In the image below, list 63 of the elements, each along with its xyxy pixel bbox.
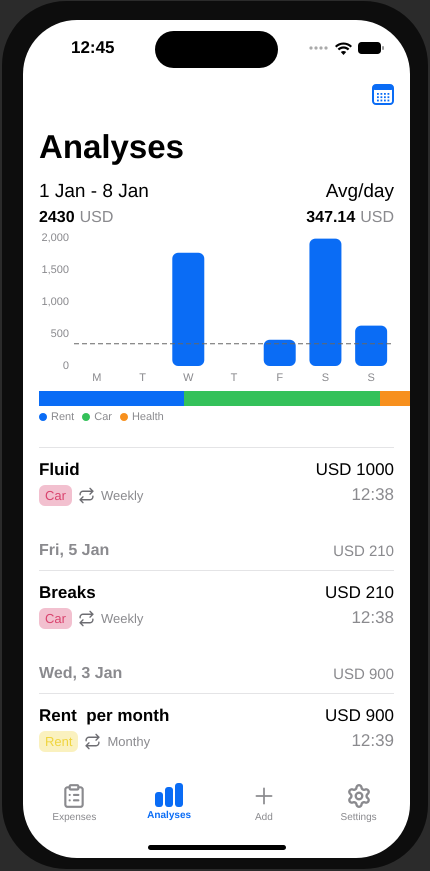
legend-label: Car xyxy=(94,411,112,423)
tab[interactable]: Add xyxy=(224,783,304,845)
repeat-label: Monthy xyxy=(107,734,150,749)
date-range: 1 Jan - 8 Jan xyxy=(39,181,149,203)
calendar-icon[interactable] xyxy=(372,84,394,105)
legend-dot xyxy=(82,413,90,421)
expense-time: 12:38 xyxy=(351,608,394,628)
day-header: Wed, 3 Jan xyxy=(39,665,122,683)
bar-chart-icon xyxy=(154,783,184,807)
axis-label: S xyxy=(322,372,330,383)
repeat-icon xyxy=(78,610,95,627)
tab[interactable]: Analyses xyxy=(129,783,210,845)
expense-title: Breaks xyxy=(39,583,97,603)
category-tag: Car xyxy=(39,485,72,506)
day-header: Fri, 5 Jan xyxy=(39,542,110,560)
currency-label: USD xyxy=(360,209,394,226)
axis-label: 1,000 xyxy=(41,296,69,308)
expense-time: 12:38 xyxy=(351,485,394,505)
status-time: 12:45 xyxy=(71,38,114,58)
legend-label: Rent xyxy=(51,411,74,423)
expense-title: Fluid xyxy=(39,460,81,480)
axis-label: S xyxy=(367,372,375,383)
category-tag: Car xyxy=(39,608,72,629)
legend-label: Health xyxy=(132,411,164,423)
expense-row[interactable]: Breaks Car Weekly USD 210 12:38 xyxy=(39,571,394,637)
currency-label: USD xyxy=(80,209,114,226)
category-tag: Rent xyxy=(39,731,78,752)
tab[interactable]: Expenses xyxy=(34,783,114,845)
chart-bar xyxy=(264,340,296,366)
tab[interactable]: Settings xyxy=(318,783,399,845)
axis-label: W xyxy=(183,372,194,383)
expense-amount: USD 900 xyxy=(325,706,394,726)
axis-label: F xyxy=(276,372,284,383)
average-amount: 347.14 xyxy=(306,209,356,226)
repeat-label: Weekly xyxy=(100,611,144,626)
axis-label: 1,500 xyxy=(41,264,69,276)
repeat-label: Weekly xyxy=(100,488,144,503)
chart-bar xyxy=(355,326,388,366)
axis-label: T xyxy=(139,372,146,383)
axis-label: 0 xyxy=(62,360,69,372)
axis-label: M xyxy=(92,372,102,383)
axis-label: T xyxy=(230,372,238,383)
battery-icon xyxy=(358,42,384,54)
axis-label: 500 xyxy=(50,328,69,340)
axis-label: 2,000 xyxy=(41,232,69,244)
repeat-icon xyxy=(84,733,102,750)
total-amount: 2430 xyxy=(39,209,75,226)
expense-time: 12:39 xyxy=(351,731,394,751)
legend-dot xyxy=(39,413,47,421)
settings-icon xyxy=(346,783,372,809)
expense-title: Rent per month xyxy=(39,706,170,726)
expense-row[interactable]: Fluid Car Weekly USD 1000 12:38 xyxy=(39,448,394,514)
expense-amount: USD 210 xyxy=(325,583,394,603)
avg-label: Avg/day xyxy=(326,181,394,203)
signal-icon xyxy=(309,46,329,50)
legend-dot xyxy=(120,413,128,421)
expense-amount: USD 1000 xyxy=(316,460,394,480)
day-total: USD 900 xyxy=(333,666,394,682)
expense-row[interactable]: Rent per month Rent Monthy USD 900 12:39 xyxy=(39,694,394,752)
repeat-icon xyxy=(78,487,95,504)
day-total: USD 210 xyxy=(333,542,394,560)
wifi-icon xyxy=(335,42,352,54)
page-title: Analyses xyxy=(39,127,185,167)
